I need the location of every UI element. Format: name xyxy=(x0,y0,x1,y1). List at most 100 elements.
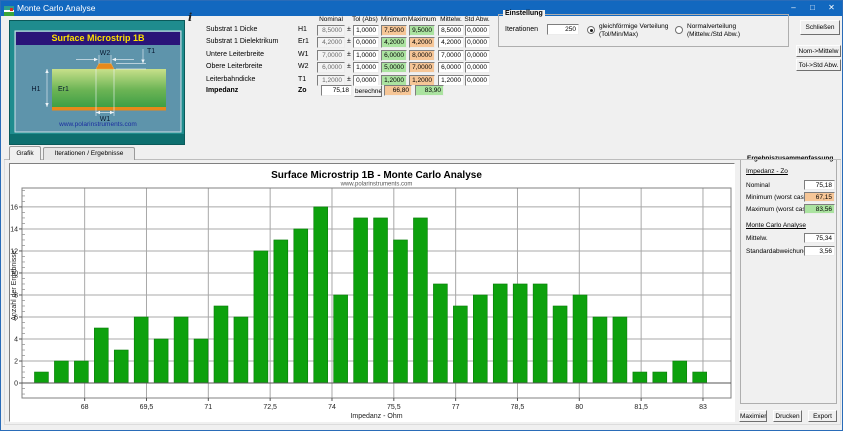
chart-ylabel: Anzahl der Ergebnisse xyxy=(11,250,18,321)
settings-title: Einstellung xyxy=(503,10,545,17)
info-icon[interactable]: i xyxy=(188,11,192,24)
svg-text:68: 68 xyxy=(81,404,89,411)
svg-text:72,5: 72,5 xyxy=(263,404,277,411)
iterations-input[interactable]: 250 xyxy=(547,24,579,35)
param-Er1-mean[interactable]: 4,2000 xyxy=(438,37,464,48)
param-Er1-nominal: 4,2000 xyxy=(317,37,345,48)
calculate-button[interactable]: berechne xyxy=(354,85,382,97)
param-H1-tolerance[interactable]: 1,0000 xyxy=(353,25,379,36)
diagram-label-h1: H1 xyxy=(32,86,41,93)
close-button[interactable]: Schließen xyxy=(800,20,840,35)
histogram-bar xyxy=(34,372,48,383)
param-W1-tolerance[interactable]: 1,0000 xyxy=(353,50,379,61)
histogram-bar xyxy=(413,218,427,383)
histogram-bar xyxy=(54,361,68,383)
tab-grafik[interactable]: Grafik xyxy=(9,146,41,160)
chart-subtitle: www.polarinstruments.com xyxy=(340,182,413,188)
histogram-bar xyxy=(513,284,527,383)
param-W1-minimum: 6,0000 xyxy=(381,50,407,61)
svg-text:69,5: 69,5 xyxy=(140,404,154,411)
impedance-nominal-field: 75,18 xyxy=(321,85,352,96)
histogram-bar xyxy=(154,339,168,383)
nom-to-mean-button[interactable]: Nom->Mittelw xyxy=(796,45,841,57)
app-window: Monte Carlo Analyse – □ ✕ xyxy=(0,0,843,431)
histogram-bar xyxy=(394,240,408,383)
svg-text:2: 2 xyxy=(14,359,18,366)
param-T1-minimum: 1,2000 xyxy=(381,75,407,86)
histogram-bar xyxy=(633,372,647,383)
param-H1-mean[interactable]: 8,5000 xyxy=(438,25,464,36)
results-nominal-field: 75,18 xyxy=(804,180,835,190)
histogram-bar xyxy=(553,306,567,383)
svg-text:74: 74 xyxy=(328,404,336,411)
param-label-Er1: Substrat 1 Dielektrikum xyxy=(206,38,296,45)
svg-text:78,5: 78,5 xyxy=(511,404,525,411)
param-H1-minimum: 7,5000 xyxy=(381,25,407,36)
param-H1-maximum: 9,5000 xyxy=(409,25,435,36)
export-button[interactable]: Export xyxy=(808,410,837,422)
diagram-title-band: Surface Microstrip 1B xyxy=(16,32,180,45)
param-label-T1: Leiterbahndicke xyxy=(206,76,296,83)
param-label-W1: Untere Leiterbreite xyxy=(206,51,296,58)
histogram-bar xyxy=(334,295,348,383)
results-mean-label: Mittelw. xyxy=(746,235,768,242)
uniform-distribution-label[interactable]: gleichförmige Verteilung (Tol/Min/Max) xyxy=(599,23,668,38)
normal-distribution-label[interactable]: Normalverteilung (Mittelw./Std Abw.) xyxy=(687,23,740,38)
histogram-bar xyxy=(593,317,607,383)
param-W2-maximum: 7,0000 xyxy=(409,62,435,73)
print-button[interactable]: Drucken xyxy=(773,410,802,422)
svg-text:14: 14 xyxy=(10,226,18,233)
param-W1-std[interactable]: 0,0000 xyxy=(465,50,490,61)
param-symbol-T1: T1 xyxy=(298,76,316,83)
svg-text:77: 77 xyxy=(452,404,460,411)
histogram-bar xyxy=(134,317,148,383)
settings-groupbox: Einstellung Iterationen 250 gleichförmig… xyxy=(498,14,789,47)
param-T1-mean[interactable]: 1,2000 xyxy=(438,75,464,86)
param-H1-std[interactable]: 0,0000 xyxy=(465,25,490,36)
param-Er1-tolerance[interactable]: 0,0000 xyxy=(353,37,379,48)
impedance-label: Impedanz xyxy=(206,87,238,94)
param-label-W2: Obere Leiterbreite xyxy=(206,63,296,70)
chart-panel: 02468101214166869,57172,57475,57778,5808… xyxy=(9,163,735,422)
param-symbol-W1: W1 xyxy=(298,51,316,58)
param-W2-minimum: 5,0000 xyxy=(381,62,407,73)
histogram-bar xyxy=(453,306,467,383)
diagram-url: www.polarinstruments.com xyxy=(16,121,180,128)
param-W1-maximum: 8,0000 xyxy=(409,50,435,61)
results-montecarlo-heading: Monte Carlo Analyse xyxy=(746,222,806,229)
param-Er1-std[interactable]: 0,0000 xyxy=(465,37,490,48)
app-icon xyxy=(4,3,14,13)
histogram-bar xyxy=(693,372,707,383)
histogram-bar xyxy=(374,218,388,383)
diagram-label-w2: W2 xyxy=(100,50,111,57)
uniform-distribution-radio[interactable] xyxy=(587,26,595,34)
results-maximum-label: Maximum (worst case) xyxy=(746,206,811,213)
window-controls: – □ ✕ xyxy=(784,1,841,16)
maximize-chart-button[interactable]: Maximiere xyxy=(739,410,767,422)
maximize-button[interactable]: □ xyxy=(803,1,822,16)
param-T1-std[interactable]: 0,0000 xyxy=(465,75,490,86)
param-W2-mean[interactable]: 6,0000 xyxy=(438,62,464,73)
param-T1-tolerance[interactable]: 0,0000 xyxy=(353,75,379,86)
tol-to-std-button[interactable]: Tol->Std Abw. xyxy=(796,59,841,71)
svg-text:4: 4 xyxy=(14,337,18,344)
svg-text:71: 71 xyxy=(204,404,212,411)
param-W2-std[interactable]: 0,0000 xyxy=(465,62,490,73)
histogram-bar xyxy=(433,284,447,383)
results-nominal-label: Nominal xyxy=(746,182,770,189)
histogram-bar xyxy=(473,295,487,383)
results-impedance-heading: Impedanz - Zo xyxy=(746,168,788,175)
histogram-bar xyxy=(214,306,228,383)
histogram-bar xyxy=(314,207,328,383)
param-W1-nominal: 7,0000 xyxy=(317,50,345,61)
tab-iterationen-ergebnisse[interactable]: Iterationen / Ergebnisse xyxy=(43,147,135,160)
histogram-bar xyxy=(94,328,108,383)
histogram-bar xyxy=(194,339,208,383)
svg-text:16: 16 xyxy=(10,204,18,211)
param-W2-tolerance[interactable]: 1,0000 xyxy=(353,62,379,73)
param-W1-mean[interactable]: 7,0000 xyxy=(438,50,464,61)
impedance-symbol: Zo xyxy=(298,87,307,94)
close-window-button[interactable]: ✕ xyxy=(822,1,841,16)
normal-distribution-radio[interactable] xyxy=(675,26,683,34)
param-H1-nominal: 8,5000 xyxy=(317,25,345,36)
